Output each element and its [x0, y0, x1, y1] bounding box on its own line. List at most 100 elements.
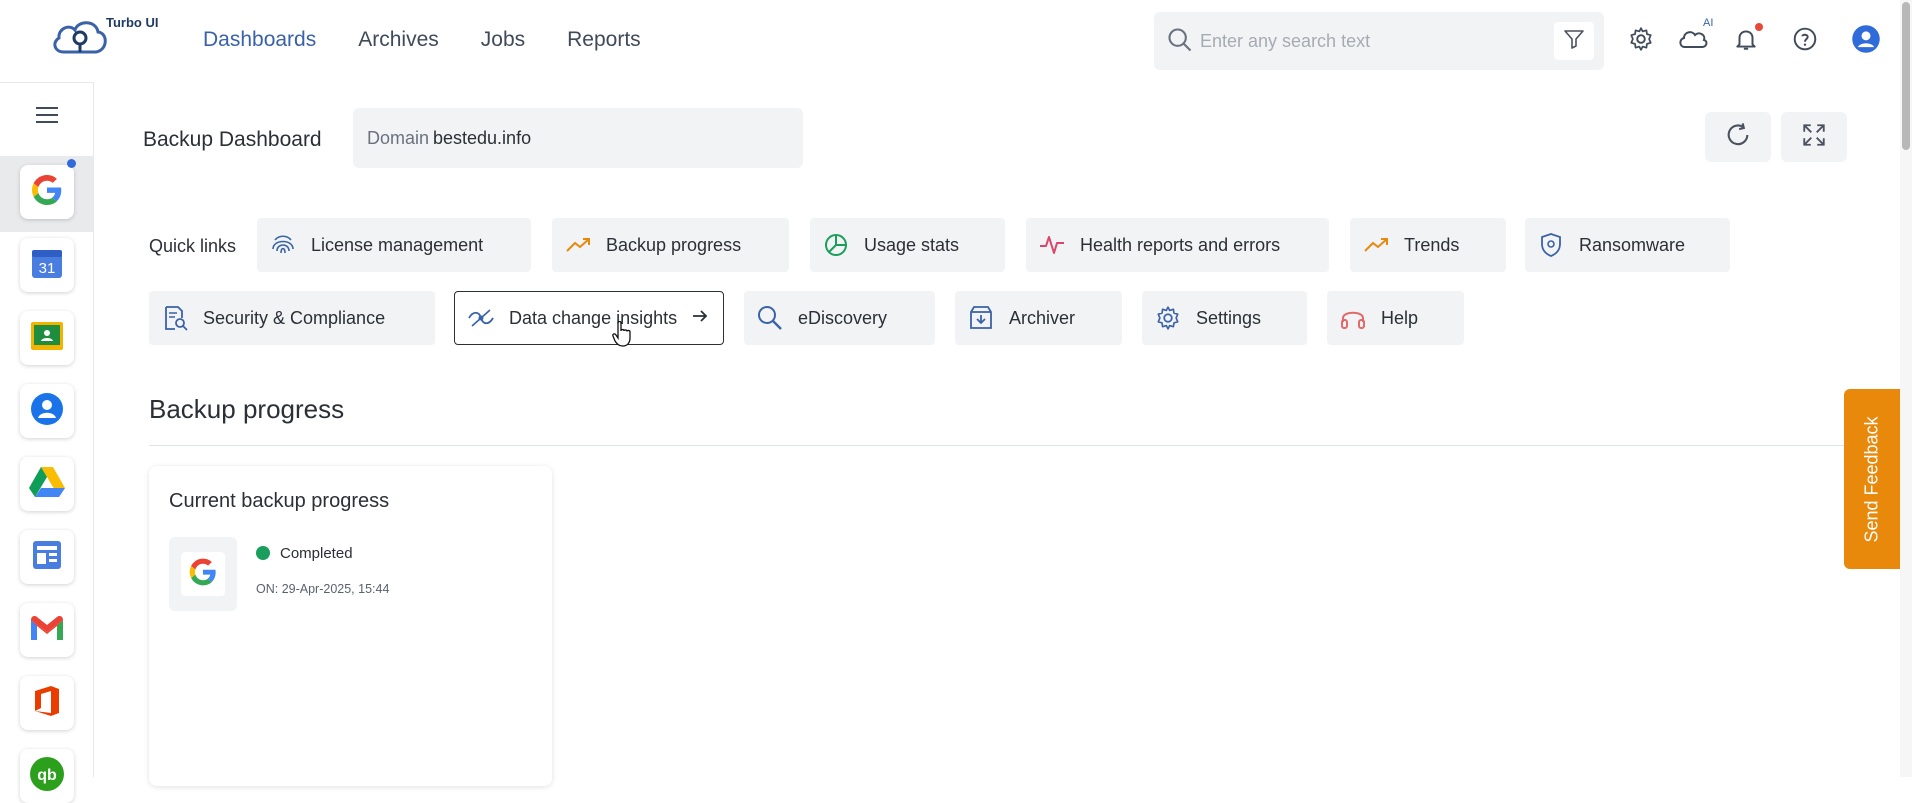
- classroom-icon: [30, 321, 64, 356]
- page-scrollbar[interactable]: [1900, 0, 1912, 777]
- send-feedback-button[interactable]: Send Feedback: [1844, 389, 1900, 569]
- quick-link-usage-stats[interactable]: Usage stats: [810, 218, 1005, 272]
- refresh-icon: [1724, 121, 1752, 154]
- filter-icon: [1562, 27, 1586, 56]
- nav-archives[interactable]: Archives: [358, 28, 439, 52]
- ai-cloud-button[interactable]: [1676, 24, 1710, 58]
- quick-link-security-compliance[interactable]: Security & Compliance: [149, 291, 435, 345]
- help-button[interactable]: [1788, 24, 1822, 58]
- chip-label: Health reports and errors: [1080, 234, 1281, 255]
- chip-label: Settings: [1196, 307, 1262, 328]
- domain-value: bestedu.info: [433, 128, 532, 148]
- chip-label: eDiscovery: [798, 307, 888, 328]
- quick-link-trends[interactable]: Trends: [1350, 218, 1506, 272]
- filter-button[interactable]: [1554, 22, 1594, 60]
- quick-link-archiver[interactable]: Archiver: [955, 291, 1122, 345]
- refresh-button[interactable]: [1705, 112, 1771, 162]
- search-icon: [1166, 26, 1194, 59]
- mouse-cursor-icon: [612, 320, 632, 352]
- sidebar-app-drive[interactable]: [20, 457, 74, 511]
- sidebar-app-gmail[interactable]: [20, 603, 74, 657]
- section-title: Backup progress: [149, 394, 345, 424]
- expand-icon: [1801, 122, 1827, 153]
- ai-label: AI: [1703, 17, 1714, 29]
- chip-label: Archiver: [1009, 307, 1076, 328]
- search-input[interactable]: [1200, 26, 1540, 56]
- pulse-icon: [1038, 231, 1066, 259]
- google-icon: [29, 172, 65, 213]
- sidebar-app-google[interactable]: [20, 165, 74, 219]
- menu-toggle-button[interactable]: [0, 82, 93, 152]
- fullscreen-button[interactable]: [1781, 112, 1847, 162]
- status-timestamp: ON: 29-Apr-2025, 15:44: [256, 582, 390, 596]
- quick-link-data-change-insights[interactable]: Data change insights: [454, 291, 724, 345]
- sidebar-app-sites[interactable]: [20, 530, 74, 584]
- quick-links-label: Quick links: [149, 236, 237, 256]
- chip-label: Ransomware: [1579, 234, 1686, 255]
- status-indicator: [256, 546, 270, 560]
- pie-chart-icon: [822, 231, 850, 259]
- domain-selector[interactable]: Domain bestedu.info: [353, 108, 803, 168]
- quick-link-help[interactable]: Help: [1327, 291, 1464, 345]
- quick-link-backup-progress[interactable]: Backup progress: [552, 218, 789, 272]
- settings-button[interactable]: [1624, 24, 1658, 58]
- bell-icon: [1733, 26, 1759, 57]
- domain-label: Domain: [367, 128, 430, 148]
- notifications-button[interactable]: [1729, 24, 1763, 58]
- trend-up-icon: [1362, 231, 1390, 259]
- quick-link-settings[interactable]: Settings: [1142, 291, 1307, 345]
- chip-label: Backup progress: [606, 234, 742, 255]
- quick-link-ediscovery[interactable]: eDiscovery: [744, 291, 935, 345]
- sidebar-app-classroom[interactable]: [20, 311, 74, 365]
- quickbooks-icon: qb: [29, 756, 65, 797]
- arrow-right-icon: [691, 307, 709, 330]
- section-divider: [149, 445, 1909, 446]
- search-bar: [1154, 12, 1604, 70]
- sidebar-app-quickbooks[interactable]: qb: [20, 749, 74, 803]
- main-nav: Dashboards Archives Jobs Reports: [203, 28, 683, 52]
- document-search-icon: [161, 304, 189, 332]
- chip-label: Help: [1381, 307, 1419, 328]
- user-circle-icon: [1851, 24, 1881, 59]
- chip-label: Trends: [1404, 234, 1460, 255]
- google-notification-dot: [67, 159, 76, 168]
- sidebar-app-calendar[interactable]: 31: [20, 238, 74, 292]
- shield-icon: [1537, 231, 1565, 259]
- scrollbar-thumb[interactable]: [1902, 2, 1910, 150]
- sidebar-app-office[interactable]: [20, 676, 74, 730]
- cloud-icon: [1677, 26, 1709, 57]
- chip-label: Data change insights: [509, 307, 678, 328]
- main-content: Backup Dashboard Domain bestedu.info Qui…: [94, 82, 1912, 786]
- sites-icon: [31, 539, 63, 576]
- nav-dashboards[interactable]: Dashboards: [203, 28, 316, 52]
- gear-icon: [1154, 304, 1182, 332]
- status-text: Completed: [280, 545, 353, 562]
- chip-label: License management: [311, 234, 484, 255]
- user-avatar[interactable]: [1849, 24, 1883, 58]
- archive-box-icon: [967, 304, 995, 332]
- magnifier-icon: [756, 304, 784, 332]
- top-bar: Turbo UI Dashboards Archives Jobs Report…: [0, 0, 1912, 82]
- chip-label: Usage stats: [864, 234, 960, 255]
- svg-text:qb: qb: [37, 767, 57, 784]
- trend-up-icon: [564, 231, 592, 259]
- feedback-label: Send Feedback: [1861, 415, 1882, 543]
- calendar-icon: 31: [30, 246, 64, 285]
- svg-text:31: 31: [39, 260, 56, 277]
- backup-progress-card: Current backup progress Completed ON: 29…: [149, 466, 552, 786]
- app-sidebar: 31 qb: [0, 82, 94, 803]
- google-icon: [187, 556, 219, 593]
- nav-jobs[interactable]: Jobs: [481, 28, 525, 52]
- quick-link-license-management[interactable]: License management: [257, 218, 531, 272]
- gmail-icon: [29, 614, 65, 647]
- quick-link-ransomware[interactable]: Ransomware: [1525, 218, 1730, 272]
- nav-reports[interactable]: Reports: [567, 28, 641, 52]
- fingerprint-icon: [269, 231, 297, 259]
- quick-link-health-reports[interactable]: Health reports and errors: [1026, 218, 1329, 272]
- sidebar-app-contacts[interactable]: [20, 384, 74, 438]
- insights-icon: [467, 304, 495, 332]
- question-circle-icon: [1792, 26, 1818, 57]
- office-icon: [33, 685, 61, 722]
- hamburger-icon: [34, 105, 60, 130]
- card-title: Current backup progress: [169, 490, 390, 512]
